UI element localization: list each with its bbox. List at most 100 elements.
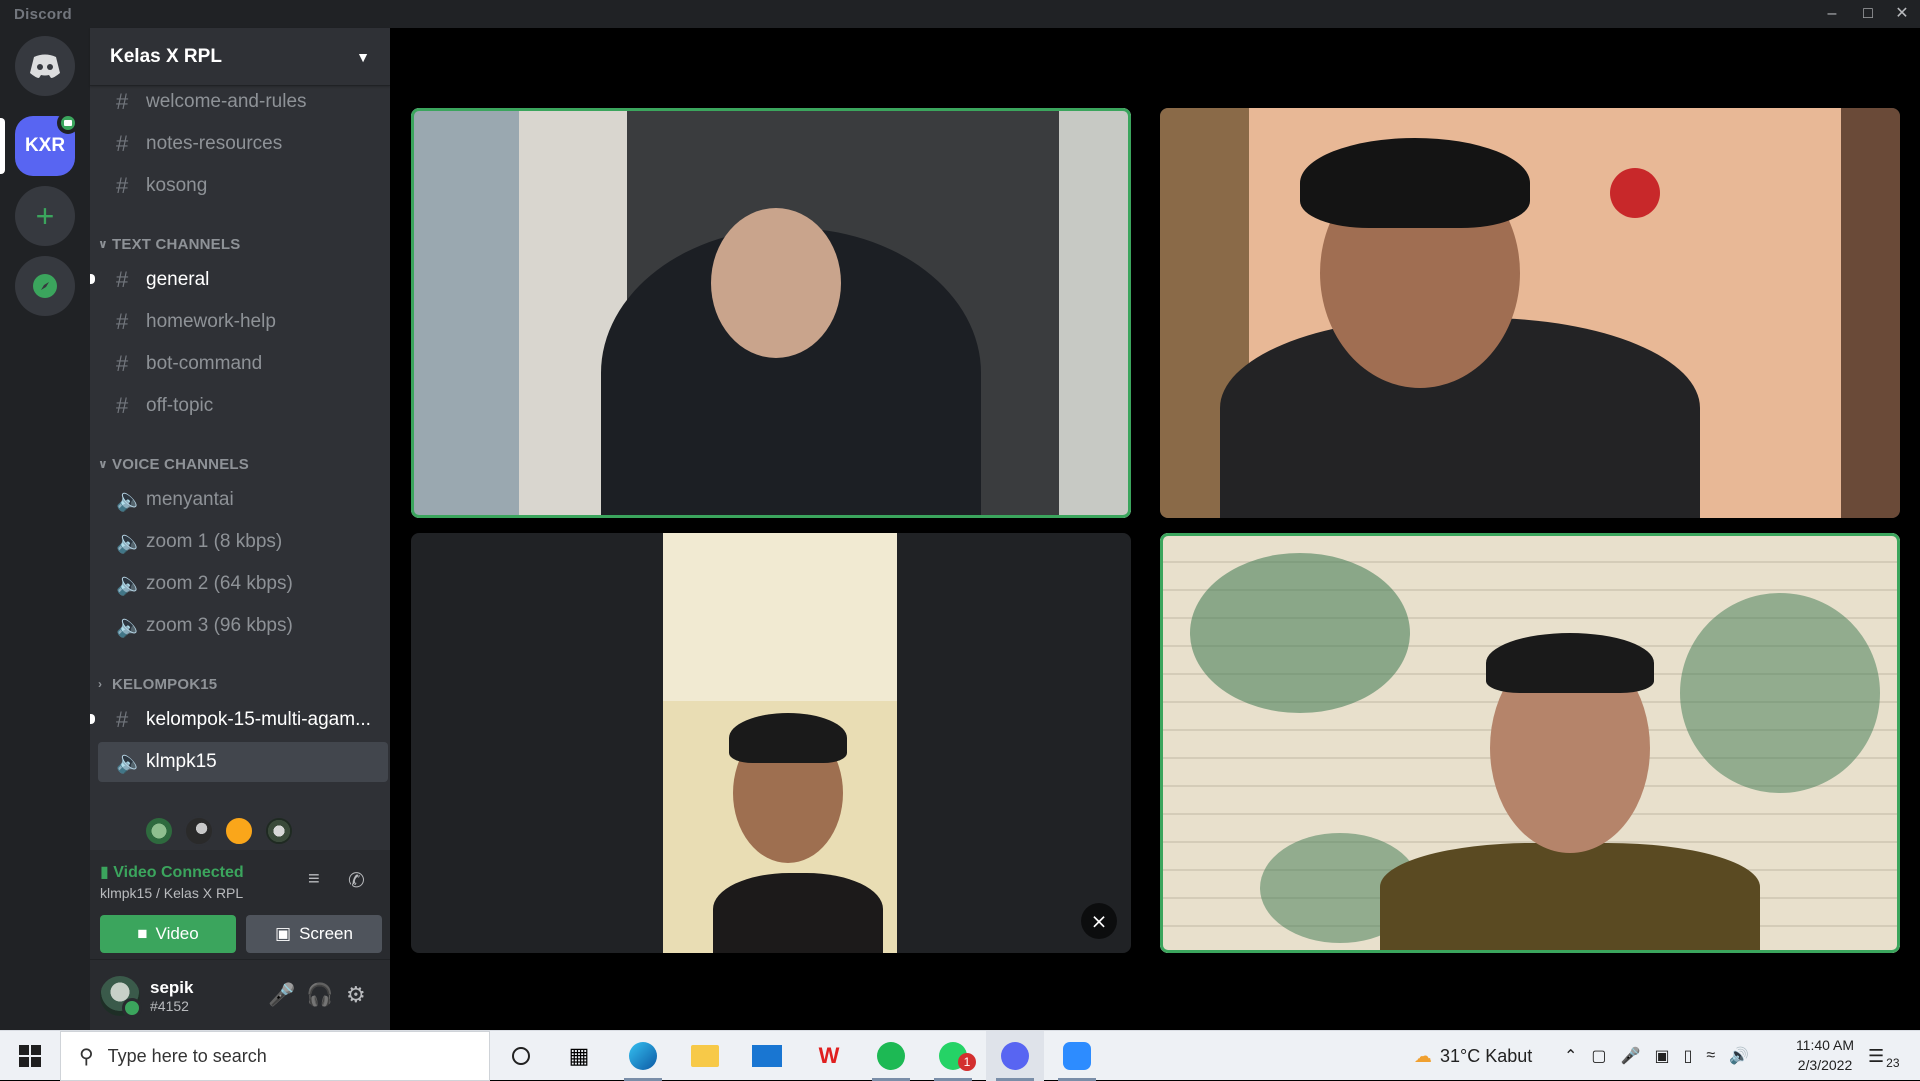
channel-welcome-and-rules[interactable]: # welcome-and-rules	[98, 82, 388, 122]
speaker-icon: 🔈	[116, 529, 144, 554]
chevron-down-icon: ▼	[356, 48, 370, 65]
meet-now-icon[interactable]: ▢	[1591, 1046, 1606, 1066]
maximize-button[interactable]: □	[1850, 0, 1886, 28]
channel-bot-command[interactable]: # bot-command	[98, 344, 388, 384]
hashtag-icon: #	[116, 351, 129, 376]
active-server-indicator	[0, 118, 5, 174]
video-tile[interactable]: ⨯	[411, 533, 1131, 953]
channel-label: general	[146, 269, 210, 290]
voice-participant-avatar[interactable]	[144, 816, 174, 846]
spotify-icon[interactable]	[862, 1031, 920, 1081]
camera-icon: ■	[137, 924, 148, 943]
category-text-channels[interactable]: ∨ TEXT CHANNELS	[98, 234, 240, 254]
channel-homework-help[interactable]: # homework-help	[98, 302, 388, 342]
chevron-up-icon[interactable]: ⌃	[1564, 1046, 1577, 1066]
cortana-icon[interactable]	[492, 1031, 550, 1081]
explore-servers-icon[interactable]	[15, 256, 75, 316]
settings-gear-icon[interactable]: ⚙	[346, 982, 366, 1008]
weather-widget[interactable]: ☁ 31°C Kabut	[1414, 1031, 1532, 1081]
voice-channel-menyantai[interactable]: 🔈 menyantai	[98, 480, 388, 520]
channel-kelompok-15[interactable]: # kelompok-15-multi-agam...	[90, 700, 388, 740]
video-button-label: Video	[155, 924, 199, 943]
video-feed-ivy	[1680, 593, 1880, 793]
server-name: Kelas X RPL	[110, 45, 222, 67]
voice-channel-zoom3[interactable]: 🔈 zoom 3 (96 kbps)	[98, 606, 388, 646]
video-tile[interactable]	[411, 108, 1131, 518]
add-server-icon[interactable]: +	[15, 186, 75, 246]
video-feed-face	[711, 208, 841, 358]
microphone-tray-icon[interactable]: 🎤	[1621, 1046, 1641, 1066]
noise-suppression-icon[interactable]: ≡	[308, 868, 320, 891]
hashtag-lock-icon: #	[116, 173, 129, 198]
notifications-icon: ☰	[1868, 1045, 1885, 1066]
whatsapp-icon[interactable]: 1	[924, 1031, 982, 1081]
voice-channel-klmpk15[interactable]: 🔈 klmpk15	[98, 742, 388, 782]
mail-icon[interactable]	[738, 1031, 796, 1081]
video-tile[interactable]	[1160, 533, 1900, 953]
category-voice-channels[interactable]: ∨ VOICE CHANNELS	[98, 454, 249, 474]
battery-icon[interactable]: ▯	[1684, 1046, 1693, 1066]
system-clock[interactable]: 11:40 AM 2/3/2022	[1770, 1035, 1880, 1075]
screen-share-icon: ▣	[275, 924, 292, 943]
video-feed-hair	[1300, 138, 1530, 228]
video-feed-person	[713, 873, 883, 953]
channel-label: homework-help	[146, 311, 276, 332]
server-header[interactable]: Kelas X RPL ▼	[90, 28, 390, 86]
wifi-icon[interactable]: ≈	[1706, 1047, 1715, 1065]
discord-home-button[interactable]	[15, 36, 75, 96]
avatar[interactable]	[100, 976, 142, 1018]
category-label: VOICE CHANNELS	[112, 455, 249, 473]
category-kelompok15[interactable]: › KELOMPOK15	[98, 674, 217, 694]
hashtag-lock-icon: #	[116, 707, 129, 732]
channel-label: zoom 2 (64 kbps)	[146, 573, 293, 594]
channel-label: off-topic	[146, 395, 214, 416]
action-center-button[interactable]: ☰ 23	[1868, 1031, 1900, 1081]
close-button[interactable]: ✕	[1884, 0, 1920, 28]
screen-share-button[interactable]: ▣ Screen	[246, 915, 382, 953]
start-button[interactable]	[0, 1031, 60, 1081]
voice-participant-avatar[interactable]	[224, 816, 254, 846]
taskbar-search[interactable]: ⚲ Type here to search	[60, 1031, 490, 1081]
weather-text: 31°C Kabut	[1440, 1045, 1533, 1066]
disconnect-call-icon[interactable]: ✆	[348, 868, 365, 893]
muted-mic-icon: ⨯	[1081, 903, 1117, 939]
channel-general[interactable]: # general	[90, 260, 388, 300]
server-icon-kxr[interactable]: KXR	[15, 112, 79, 176]
voice-participant-avatar[interactable]	[184, 816, 214, 846]
video-tile[interactable]	[1160, 108, 1900, 518]
voice-connection-panel: ▮ Video Connected klmpk15 / Kelas X RPL …	[90, 850, 390, 960]
video-feed-ivy	[1190, 553, 1410, 713]
microphone-icon[interactable]: 🎤	[268, 982, 295, 1008]
category-label: KELOMPOK15	[112, 675, 218, 693]
voice-participant-avatar[interactable]	[264, 816, 294, 846]
server-abbr: KXR	[24, 135, 66, 156]
file-explorer-icon[interactable]	[676, 1031, 734, 1081]
edge-icon[interactable]	[614, 1031, 672, 1081]
video-button[interactable]: ■ Video	[100, 915, 236, 953]
chevron-down-icon: ∨	[98, 237, 108, 251]
wps-office-icon[interactable]: W	[800, 1031, 858, 1081]
connection-status-label: Video Connected	[113, 864, 244, 881]
voice-channel-zoom1[interactable]: 🔈 zoom 1 (8 kbps)	[98, 522, 388, 562]
channel-label: notes-resources	[146, 133, 283, 154]
connection-location[interactable]: klmpk15 / Kelas X RPL	[100, 885, 243, 901]
system-tray: ⌃ ▢ 🎤 ▣ ▯ ≈ 🔊	[1564, 1031, 1749, 1081]
volume-icon[interactable]: 🔊	[1729, 1046, 1749, 1066]
headphones-icon[interactable]: 🎧	[306, 982, 333, 1008]
zoom-icon[interactable]	[1048, 1031, 1106, 1081]
task-view-icon[interactable]: ▦	[550, 1031, 608, 1081]
channel-notes-resources[interactable]: # notes-resources	[98, 124, 388, 164]
speaker-icon: 🔈	[116, 571, 144, 596]
category-label: TEXT CHANNELS	[112, 235, 241, 253]
screen-button-label: Screen	[299, 924, 353, 943]
voice-channel-zoom2[interactable]: 🔈 zoom 2 (64 kbps)	[98, 564, 388, 604]
camera-tray-icon[interactable]: ▣	[1654, 1046, 1669, 1066]
hashtag-icon: #	[116, 267, 129, 292]
discord-taskbar-icon[interactable]	[986, 1031, 1044, 1081]
username[interactable]: sepik	[150, 978, 193, 998]
channel-label: bot-command	[146, 353, 263, 374]
minimize-button[interactable]: –	[1814, 0, 1850, 28]
channel-label: zoom 3 (96 kbps)	[146, 615, 293, 636]
channel-kosong[interactable]: # kosong	[98, 166, 388, 206]
channel-off-topic[interactable]: # off-topic	[98, 386, 388, 426]
